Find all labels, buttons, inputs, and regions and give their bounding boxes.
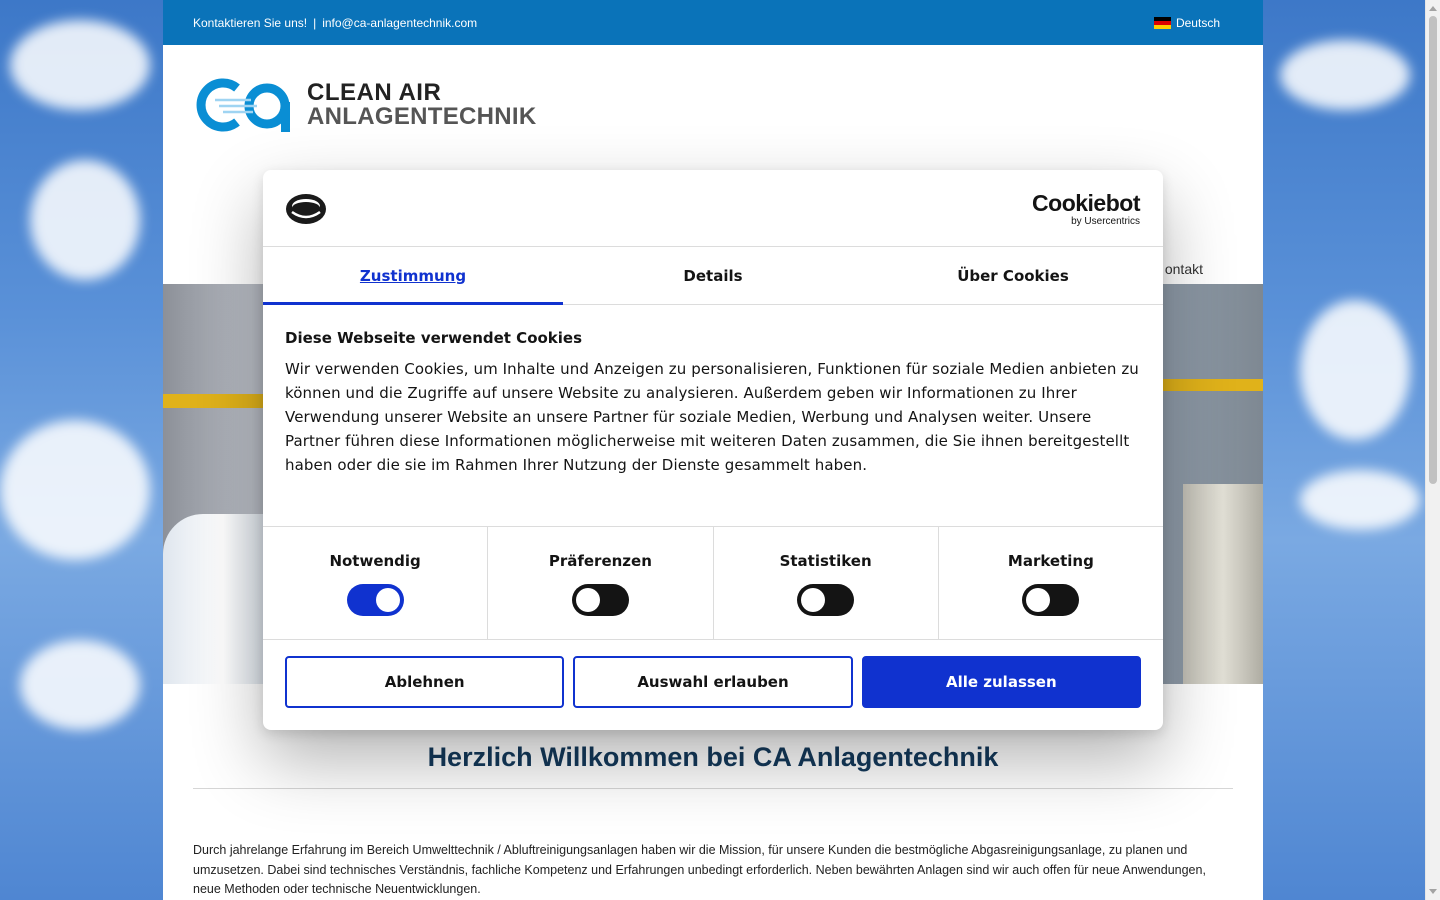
dialog-buttons: Ablehnen Auswahl erlauben Alle zulassen	[263, 640, 1163, 724]
language-switcher[interactable]: Deutsch	[1153, 15, 1220, 30]
marketing-toggle[interactable]	[1022, 584, 1080, 616]
nav-item-kontakt[interactable]: ontakt	[1165, 261, 1203, 277]
language-label: Deutsch	[1175, 15, 1220, 30]
scroll-thumb[interactable]	[1429, 16, 1437, 484]
site-logo[interactable]: CLEAN AIR ANLAGENTECHNIK	[193, 76, 537, 134]
consent-label: Statistiken	[779, 552, 872, 570]
statistics-toggle[interactable]	[797, 584, 855, 616]
tab-zustimmung[interactable]: Zustimmung	[263, 247, 563, 305]
decline-button[interactable]: Ablehnen	[285, 656, 565, 708]
email-link[interactable]: info@ca-anlagentechnik.com	[322, 16, 477, 30]
cookiebot-logo[interactable]: Cookiebot by Usercentrics	[1032, 192, 1140, 227]
hero-tank	[1183, 484, 1263, 684]
dialog-header: Cookiebot by Usercentrics	[263, 170, 1163, 247]
hero-crane-beam-right	[1153, 379, 1263, 391]
ca-logo-icon	[196, 78, 290, 132]
cookiebot-brand: Cookiebot	[1032, 190, 1140, 216]
consent-label: Notwendig	[329, 552, 421, 570]
intro-text: Durch jahrelange Erfahrung im Bereich Um…	[193, 843, 1206, 896]
preferences-toggle[interactable]	[571, 584, 629, 616]
cookie-icon	[286, 194, 326, 224]
dialog-heading: Diese Webseite verwendet Cookies	[285, 329, 583, 347]
toggle-knob	[575, 588, 600, 612]
dialog-body: Diese Webseite verwendet Cookies Wir ver…	[263, 305, 1163, 527]
separator: |	[313, 15, 317, 30]
allow-all-button[interactable]: Alle zulassen	[861, 656, 1141, 708]
logo-line1: CLEAN AIR	[307, 79, 442, 106]
top-bar: Kontaktieren Sie uns! | info@ca-anlagent…	[163, 0, 1263, 45]
dialog-tabs: Zustimmung Details Über Cookies	[263, 247, 1163, 305]
consent-statistics: Statistiken	[714, 527, 939, 639]
german-flag-icon	[1153, 16, 1171, 29]
contact-link[interactable]: Kontaktieren Sie uns!	[193, 16, 307, 30]
consent-preferences: Präferenzen	[488, 527, 714, 639]
toggle-knob	[801, 588, 826, 612]
tab-details[interactable]: Details	[563, 247, 863, 304]
tab-ueber-cookies[interactable]: Über Cookies	[863, 247, 1163, 304]
consent-toggles: Notwendig Präferenzen Statistiken Market…	[263, 527, 1163, 640]
top-contact: Kontaktieren Sie uns! | info@ca-anlagent…	[193, 16, 477, 30]
consent-label: Präferenzen	[548, 552, 652, 570]
toggle-knob	[375, 588, 400, 612]
necessary-toggle[interactable]	[346, 584, 404, 616]
consent-label: Marketing	[1007, 552, 1094, 570]
scroll-down-icon[interactable]	[1429, 889, 1437, 894]
consent-necessary: Notwendig	[263, 527, 489, 639]
toggle-knob	[1026, 588, 1051, 612]
cookie-consent-dialog: Cookiebot by Usercentrics Zustimmung Det…	[263, 170, 1163, 730]
hero-crane-beam	[163, 394, 273, 408]
dialog-text: Wir verwenden Cookies, um Inhalte und An…	[285, 360, 1139, 474]
divider	[193, 788, 1233, 789]
consent-marketing: Marketing	[939, 527, 1163, 639]
cookiebot-sub: by Usercentrics	[1071, 216, 1140, 227]
scroll-up-icon[interactable]	[1429, 6, 1437, 11]
logo-line2: ANLAGENTECHNIK	[307, 103, 537, 130]
page-scrollbar[interactable]	[1425, 0, 1440, 900]
welcome-heading: Herzlich Willkommen bei CA Anlagentechni…	[427, 742, 999, 772]
logo-wordmark: CLEAN AIR ANLAGENTECHNIK	[307, 81, 537, 129]
allow-selection-button[interactable]: Auswahl erlauben	[573, 656, 853, 708]
